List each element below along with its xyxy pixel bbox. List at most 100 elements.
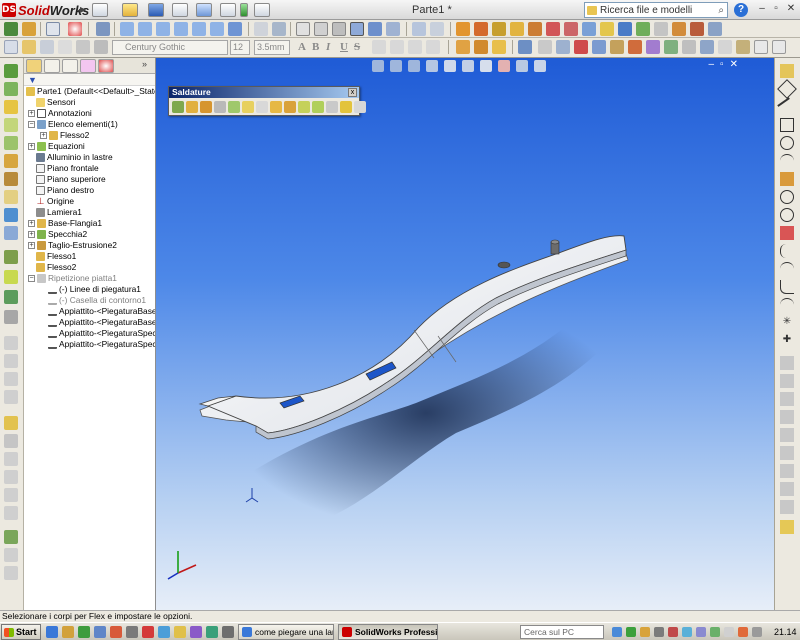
lofted-cut-icon[interactable]: [4, 208, 18, 222]
notification-icon[interactable]: [738, 627, 748, 637]
geometry-analysis-icon[interactable]: [682, 40, 696, 54]
measure-icon[interactable]: [574, 40, 588, 54]
update-icon[interactable]: [640, 627, 650, 637]
display-icon[interactable]: [696, 627, 706, 637]
extruded-cut-button-icon[interactable]: [298, 101, 310, 113]
tree-item-casella-contorno[interactable]: (-) Casella di contorno1: [48, 295, 146, 306]
centerline-icon[interactable]: [780, 298, 794, 312]
move-face-icon[interactable]: [690, 22, 704, 36]
anchor-icon[interactable]: [96, 22, 110, 36]
scale-entities-icon[interactable]: [780, 482, 794, 496]
search-icon[interactable]: ⌕: [718, 5, 724, 16]
surface-finish-icon[interactable]: [76, 40, 90, 54]
dome-icon[interactable]: [492, 22, 506, 36]
center-arc-icon[interactable]: [780, 208, 794, 222]
tree-item-annotazioni[interactable]: + Annotazioni: [28, 108, 92, 119]
weldments-toolbar-title[interactable]: Saldature: [169, 87, 359, 98]
draft-icon[interactable]: [654, 22, 668, 36]
swept-boss-icon[interactable]: [4, 100, 18, 114]
rib-icon[interactable]: [636, 22, 650, 36]
dimension-icon[interactable]: [58, 40, 72, 54]
shell-icon[interactable]: [618, 22, 632, 36]
disabled-tool-icon[interactable]: [4, 354, 18, 368]
language-icon[interactable]: [724, 627, 734, 637]
close-icon[interactable]: ✕: [783, 2, 799, 17]
hole-wizard-icon[interactable]: [4, 226, 18, 240]
font-size-select[interactable]: 12: [230, 40, 250, 55]
tree-item-equazioni[interactable]: + Equazioni: [28, 141, 85, 152]
appearance-icon[interactable]: [68, 22, 82, 36]
tree-item-flesso2[interactable]: Flesso2: [36, 262, 76, 273]
taskbar-button-solidworks[interactable]: SolidWorks Professio...: [338, 624, 438, 640]
freeform-icon[interactable]: [546, 22, 560, 36]
undo-icon[interactable]: [196, 3, 212, 17]
solidworks-logo[interactable]: DS SolidWorks: [2, 2, 89, 18]
linear-pattern-icon[interactable]: [4, 250, 18, 264]
menu-arrow-icon[interactable]: ▶: [80, 5, 86, 14]
fillet-bead-icon[interactable]: [270, 101, 282, 113]
view-orientation-icon[interactable]: [412, 22, 426, 36]
tree-item-origine[interactable]: ⊥ Origine: [36, 196, 74, 207]
tree-item-flesso1[interactable]: Flesso1: [36, 251, 76, 262]
sketch-text-icon[interactable]: ✚: [780, 334, 794, 348]
mirror-entities-icon[interactable]: [780, 428, 794, 442]
disabled-tool-icon[interactable]: [4, 452, 18, 466]
swept-cut-icon[interactable]: [4, 190, 18, 204]
disabled-tool-icon[interactable]: [4, 390, 18, 404]
copy-entities-icon[interactable]: [780, 500, 794, 514]
collapse-icon[interactable]: −: [28, 275, 35, 282]
extruded-boss-icon[interactable]: [4, 64, 18, 78]
tree-item-materiale[interactable]: Alluminio in lastre: [36, 152, 113, 163]
fillet-icon[interactable]: [582, 22, 596, 36]
close-icon[interactable]: x: [348, 88, 357, 97]
repair-sketch-icon[interactable]: [780, 520, 794, 534]
section-view-icon[interactable]: [386, 22, 400, 36]
wrap-icon[interactable]: [528, 22, 542, 36]
hole-wizard-button-icon[interactable]: [312, 101, 324, 113]
expand-icon[interactable]: +: [40, 132, 47, 139]
chamfer-icon[interactable]: [600, 22, 614, 36]
revolved-cut-icon[interactable]: [4, 172, 18, 186]
sketch-fillet-icon[interactable]: [780, 280, 794, 294]
offset-entities-icon[interactable]: [780, 356, 794, 370]
tab-feature-manager[interactable]: [26, 59, 42, 73]
arc-icon[interactable]: [780, 154, 794, 168]
layer-icon[interactable]: [4, 40, 18, 54]
disabled-tool-icon[interactable]: [4, 470, 18, 484]
tree-item-piano-superiore[interactable]: Piano superiore: [36, 174, 106, 185]
tree-root-part[interactable]: Parte1 (Default<<Default>_Stato di: [26, 86, 155, 97]
shaded-edges-icon[interactable]: [350, 22, 364, 36]
tree-item-lamiera1[interactable]: Lamiera1: [36, 207, 82, 218]
tab-dimxpert-manager[interactable]: [80, 59, 96, 73]
convert-entities-icon[interactable]: [780, 374, 794, 388]
rectangle-icon[interactable]: [780, 118, 794, 132]
line-height-select[interactable]: 3.5mm: [254, 40, 290, 55]
expand-icon[interactable]: +: [28, 242, 35, 249]
reference-geometry-icon[interactable]: [518, 40, 532, 54]
sketch-tools-icon[interactable]: [340, 101, 352, 113]
zoom-fit-icon[interactable]: [430, 22, 444, 36]
add-icon[interactable]: [772, 40, 786, 54]
view-iso-icon[interactable]: [228, 22, 242, 36]
scale-icon[interactable]: [708, 22, 722, 36]
view-front-icon[interactable]: [120, 22, 134, 36]
shape-icon[interactable]: [564, 22, 578, 36]
end-cap-icon[interactable]: [256, 101, 268, 113]
disabled-tool-icon[interactable]: [4, 566, 18, 580]
tree-item-piano-frontale[interactable]: Piano frontale: [36, 163, 99, 174]
select-arrow-icon[interactable]: [46, 22, 60, 36]
rebuild-icon[interactable]: [240, 3, 248, 17]
draft-analysis-icon[interactable]: [610, 40, 624, 54]
boundary-boss-icon[interactable]: [4, 136, 18, 150]
strikethrough-button[interactable]: S: [354, 41, 360, 53]
balloon-icon[interactable]: [40, 40, 54, 54]
structural-member-button-icon[interactable]: [200, 101, 212, 113]
underline-button[interactable]: U: [340, 41, 348, 53]
tree-item-appiattito-1[interactable]: Appiattito-<PiegaturaBase1>1: [48, 306, 155, 317]
network-icon[interactable]: [612, 627, 622, 637]
disabled-tool-icon[interactable]: [4, 336, 18, 350]
symmetry-check-icon[interactable]: [700, 40, 714, 54]
flex-icon[interactable]: [456, 22, 470, 36]
edge-flange-icon[interactable]: [492, 40, 506, 54]
lofted-boss-icon[interactable]: [4, 118, 18, 132]
